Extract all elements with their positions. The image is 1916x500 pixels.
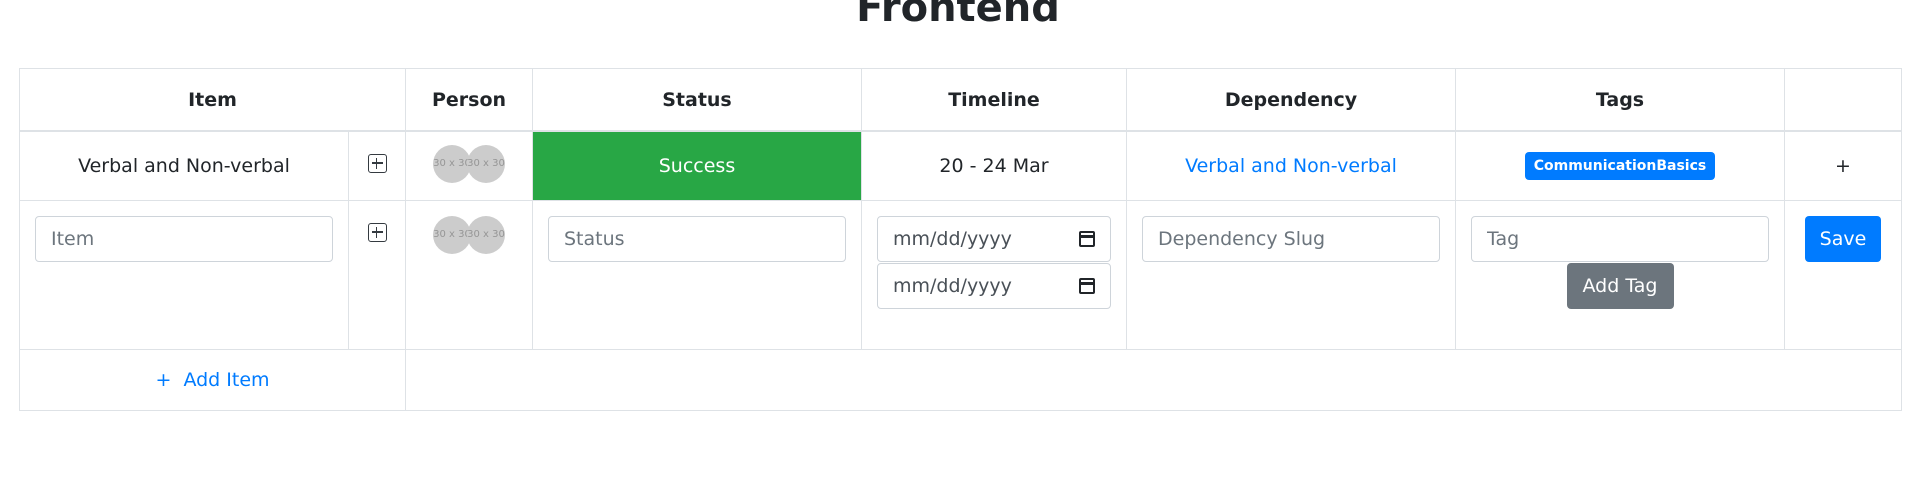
header-dependency: Dependency bbox=[1126, 68, 1456, 132]
header-actions bbox=[1784, 68, 1902, 132]
header-timeline: Timeline bbox=[861, 68, 1127, 132]
add-item-link[interactable]: + Add Item bbox=[155, 369, 269, 391]
timeline-cell[interactable]: 20 - 24 Mar bbox=[861, 130, 1127, 201]
avatar[interactable]: 30 x 30 bbox=[433, 216, 471, 254]
end-date-placeholder: mm/dd/yyyy bbox=[893, 275, 1012, 297]
table-row: Verbal and Non-verbal 30 x 30 30 x 30 Su… bbox=[19, 130, 1902, 201]
tags-cell: CommunicationBasics bbox=[1455, 130, 1785, 201]
add-item-row: + Add Item bbox=[19, 349, 1902, 411]
dependency-link[interactable]: Verbal and Non-verbal bbox=[1185, 155, 1397, 177]
save-button[interactable]: Save bbox=[1804, 216, 1882, 262]
calendar-icon[interactable] bbox=[1079, 278, 1095, 294]
dependency-input-cell bbox=[1126, 200, 1456, 350]
tag-input[interactable] bbox=[1471, 216, 1769, 262]
items-table: Item Person Status Timeline Dependency T… bbox=[19, 68, 1902, 411]
header-person: Person bbox=[405, 68, 533, 132]
header-row: Item Person Status Timeline Dependency T… bbox=[19, 68, 1902, 132]
end-date-input[interactable]: mm/dd/yyyy bbox=[877, 263, 1111, 309]
expand-cell bbox=[348, 130, 406, 201]
header-item: Item bbox=[19, 68, 406, 132]
tag-input-cell: Add Tag bbox=[1455, 200, 1785, 350]
avatar[interactable]: 30 x 30 bbox=[433, 144, 471, 183]
add-tag-button[interactable]: Add Tag bbox=[1566, 263, 1674, 309]
add-item-cell: + Add Item bbox=[19, 349, 406, 411]
plus-square-icon[interactable] bbox=[367, 154, 387, 173]
expand-cell bbox=[348, 200, 406, 350]
dependency-slug-input[interactable] bbox=[1142, 216, 1440, 262]
tag-badge[interactable]: CommunicationBasics bbox=[1524, 152, 1716, 180]
avatar[interactable]: 30 x 30 bbox=[467, 144, 505, 183]
item-input[interactable] bbox=[35, 216, 333, 262]
status-cell[interactable]: Success bbox=[532, 130, 862, 201]
person-cell[interactable]: 30 x 30 30 x 30 bbox=[405, 130, 533, 201]
dependency-cell: Verbal and Non-verbal bbox=[1126, 130, 1456, 201]
add-cell: + bbox=[1784, 130, 1902, 201]
header-tags: Tags bbox=[1455, 68, 1785, 132]
item-cell[interactable]: Verbal and Non-verbal bbox=[19, 130, 349, 201]
header-status: Status bbox=[532, 68, 862, 132]
avatar-group[interactable]: 30 x 30 30 x 30 bbox=[433, 216, 505, 254]
start-date-input[interactable]: mm/dd/yyyy bbox=[877, 216, 1111, 262]
avatar[interactable]: 30 x 30 bbox=[467, 216, 505, 254]
new-item-form-row: 30 x 30 30 x 30 mm/dd/yyyy mm/dd/yyyy bbox=[19, 200, 1902, 350]
empty-cell bbox=[405, 349, 1902, 411]
status-input[interactable] bbox=[548, 216, 846, 262]
add-button[interactable]: + bbox=[1835, 155, 1851, 177]
item-input-cell bbox=[19, 200, 349, 350]
person-cell: 30 x 30 30 x 30 bbox=[405, 200, 533, 350]
plus-square-icon[interactable] bbox=[367, 223, 387, 242]
page-title: Frontend bbox=[856, 0, 1060, 31]
timeline-input-cell: mm/dd/yyyy mm/dd/yyyy bbox=[861, 200, 1127, 350]
status-input-cell bbox=[532, 200, 862, 350]
start-date-placeholder: mm/dd/yyyy bbox=[893, 228, 1012, 250]
save-cell: Save bbox=[1784, 200, 1902, 350]
avatar-group[interactable]: 30 x 30 30 x 30 bbox=[433, 144, 505, 183]
calendar-icon[interactable] bbox=[1079, 231, 1095, 247]
